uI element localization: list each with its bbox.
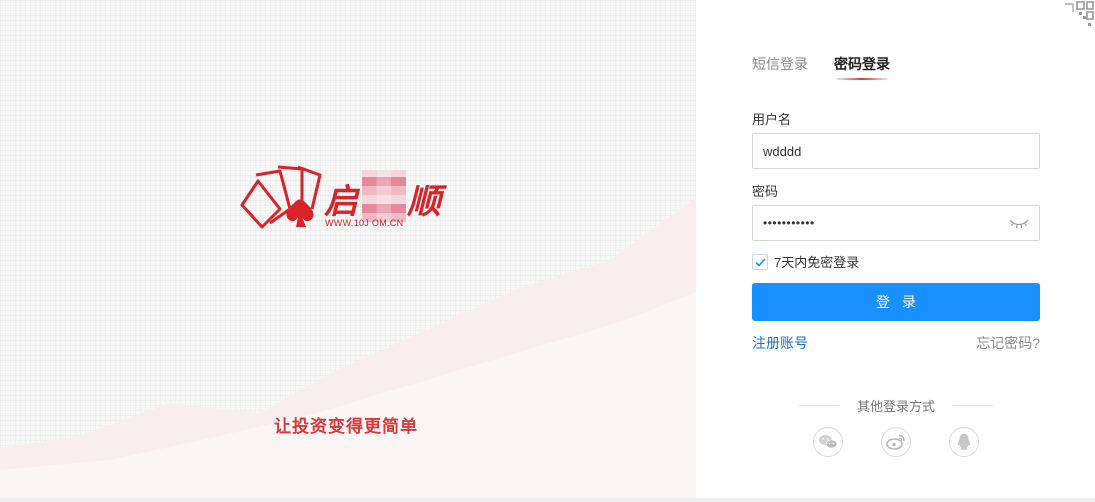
wechat-icon — [819, 435, 838, 449]
brand-url: WWW.10J OM.CN — [325, 218, 404, 228]
pixelated-mask — [362, 170, 406, 222]
login-panel: 短信登录 密码登录 用户名 wdddd 密码 ••••••••••• 7天内免密… — [696, 0, 1095, 498]
remember-me[interactable]: 7天内免密登录 — [752, 252, 859, 271]
qr-code-icon[interactable] — [1061, 0, 1095, 32]
tab-password-login[interactable]: 密码登录 — [834, 54, 890, 80]
remember-label: 7天内免密登录 — [774, 255, 860, 270]
divider — [798, 405, 839, 406]
username-label: 用户名 — [752, 112, 792, 127]
checkmark-icon — [755, 257, 766, 267]
tab-sms-login[interactable]: 短信登录 — [752, 54, 808, 80]
login-button[interactable]: 登录 — [752, 283, 1040, 321]
other-login-label: 其他登录方式 — [856, 399, 935, 414]
weibo-login-button[interactable] — [881, 427, 911, 457]
eye-closed-icon[interactable] — [1009, 217, 1029, 229]
username-input[interactable]: wdddd — [752, 133, 1040, 169]
username-value: wdddd — [763, 143, 802, 159]
other-login-methods: 其他登录方式 — [793, 396, 999, 415]
bottom-border — [0, 498, 1095, 502]
qq-login-button[interactable] — [949, 427, 979, 457]
wechat-login-button[interactable] — [813, 427, 843, 457]
brand-panel: 启顺 WWW.10J OM.CN 让投资变得更简单 — [0, 0, 696, 498]
register-link[interactable]: 注册账号 — [752, 333, 808, 353]
password-input[interactable]: ••••••••••• — [752, 205, 1040, 241]
slogan: 让投资变得更简单 — [274, 417, 418, 436]
weibo-icon — [886, 434, 905, 450]
login-tabs: 短信登录 密码登录 — [752, 54, 916, 80]
divider — [953, 405, 993, 406]
password-value: ••••••••••• — [763, 216, 815, 230]
password-label: 密码 — [752, 184, 779, 199]
background-mountain — [0, 198, 696, 498]
qq-icon — [957, 434, 971, 450]
remember-checkbox[interactable] — [752, 253, 768, 270]
forgot-password-link[interactable]: 忘记密码? — [976, 333, 1040, 353]
